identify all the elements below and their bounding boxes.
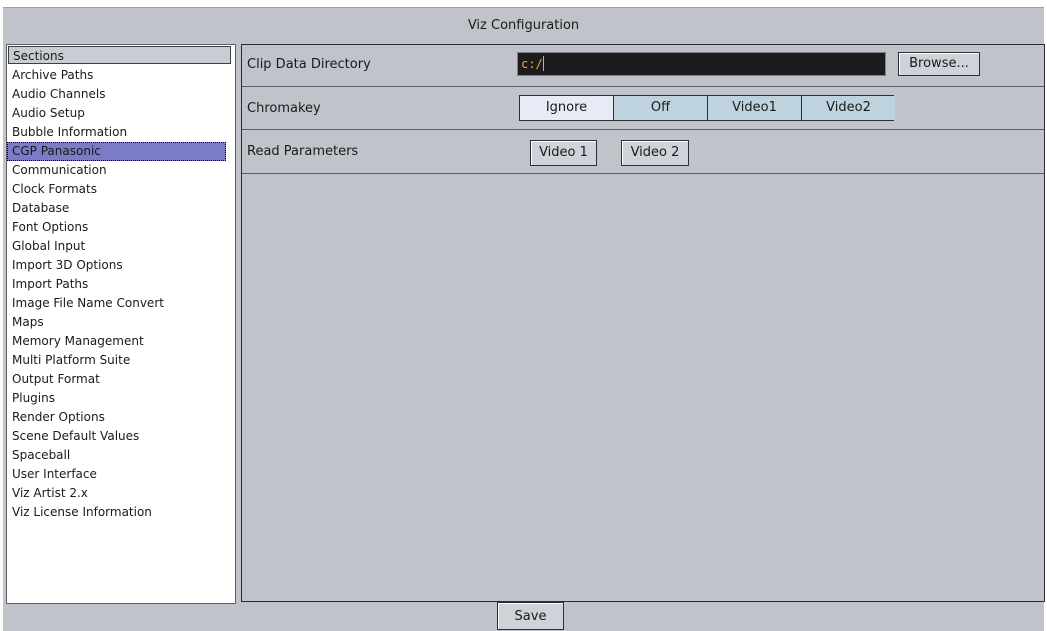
chromakey-option-off[interactable]: Off xyxy=(614,96,708,120)
chromakey-option-ignore[interactable]: Ignore xyxy=(520,96,614,120)
read-parameters-label: Read Parameters xyxy=(247,144,359,159)
section-item[interactable]: Communication xyxy=(7,161,235,180)
section-item[interactable]: Viz License Information xyxy=(7,503,235,522)
section-item[interactable]: Database xyxy=(7,199,235,218)
section-item[interactable]: Maps xyxy=(7,313,235,332)
settings-panel: Clip Data Directory c:/ Browse... Chroma… xyxy=(241,44,1045,602)
window-title: Viz Configuration xyxy=(3,7,1044,42)
viz-configuration-window: Viz Configuration Sections Archive Paths… xyxy=(3,7,1045,631)
clip-data-row: Clip Data Directory c:/ Browse... xyxy=(242,45,1044,87)
section-item[interactable]: Audio Channels xyxy=(7,85,235,104)
chromakey-toggle-group: Ignore Off Video1 Video2 xyxy=(519,95,895,121)
browse-button[interactable]: Browse... xyxy=(898,52,980,76)
section-item[interactable]: Plugins xyxy=(7,389,235,408)
text-caret xyxy=(542,56,544,71)
section-item[interactable]: Image File Name Convert xyxy=(7,294,235,313)
clip-data-directory-input[interactable]: c:/ xyxy=(517,52,886,76)
read-parameters-row: Read Parameters Video 1 Video 2 xyxy=(242,130,1044,174)
save-button[interactable]: Save xyxy=(497,602,564,630)
chromakey-row: Chromakey Ignore Off Video1 Video2 xyxy=(242,87,1044,130)
section-item[interactable]: Memory Management xyxy=(7,332,235,351)
section-item[interactable]: Font Options xyxy=(7,218,235,237)
sections-header: Sections xyxy=(8,46,231,64)
section-item[interactable]: User Interface xyxy=(7,465,235,484)
chromakey-label: Chromakey xyxy=(247,101,321,116)
read-video2-button[interactable]: Video 2 xyxy=(621,140,689,166)
section-item[interactable]: Scene Default Values xyxy=(7,427,235,446)
clip-data-label: Clip Data Directory xyxy=(247,57,371,72)
section-item[interactable]: Multi Platform Suite xyxy=(7,351,235,370)
section-item[interactable]: Output Format xyxy=(7,370,235,389)
section-item[interactable]: Archive Paths xyxy=(7,66,235,85)
section-item[interactable]: Spaceball xyxy=(7,446,235,465)
sections-list-panel: Sections Archive Paths Audio Channels Audi… xyxy=(6,44,236,604)
sections-list: Archive Paths Audio Channels Audio Setup Bu… xyxy=(7,66,235,522)
section-item[interactable]: CGP Panasonic xyxy=(7,142,226,161)
section-item[interactable]: Bubble Information xyxy=(7,123,235,142)
section-item[interactable]: Global Input xyxy=(7,237,235,256)
section-item[interactable]: Clock Formats xyxy=(7,180,235,199)
section-item[interactable]: Import 3D Options xyxy=(7,256,235,275)
section-item[interactable]: Render Options xyxy=(7,408,235,427)
section-item[interactable]: Import Paths xyxy=(7,275,235,294)
chromakey-option-video2[interactable]: Video2 xyxy=(802,96,895,120)
read-video1-button[interactable]: Video 1 xyxy=(530,140,597,166)
clip-data-value: c:/ xyxy=(521,57,543,71)
chromakey-option-video1[interactable]: Video1 xyxy=(708,96,802,120)
footer-bar: Save xyxy=(3,602,1044,631)
section-item[interactable]: Viz Artist 2.x xyxy=(7,484,235,503)
section-item[interactable]: Audio Setup xyxy=(7,104,235,123)
